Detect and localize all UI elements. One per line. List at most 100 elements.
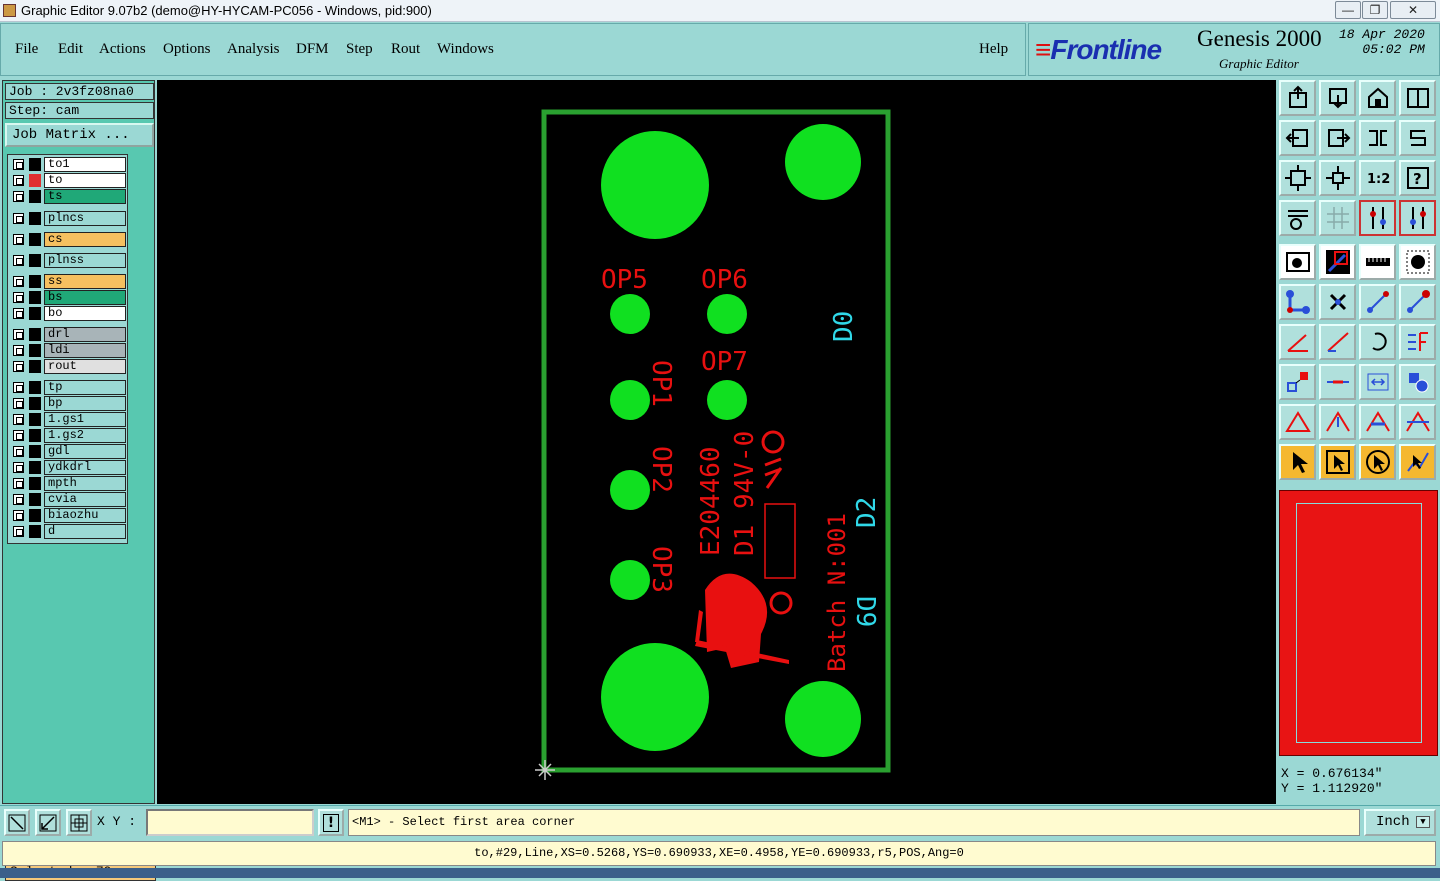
layer-checkbox[interactable] (13, 234, 24, 245)
layer-name[interactable]: 1.gs2 (44, 428, 126, 443)
layer-row[interactable]: drl (8, 327, 129, 342)
layer-name[interactable]: ts (44, 189, 126, 204)
layer-checkbox[interactable] (13, 414, 24, 425)
resize-icon[interactable] (4, 809, 30, 836)
split-icon[interactable] (1319, 364, 1356, 400)
menu-windows[interactable]: Windows (437, 41, 494, 58)
zoom-area-icon[interactable] (35, 809, 61, 836)
layer-row[interactable]: rout (8, 359, 129, 374)
layer-name[interactable]: ydkdrl (44, 460, 126, 475)
layer-name[interactable]: plncs (44, 211, 126, 226)
menu-actions[interactable]: Actions (99, 41, 146, 58)
layer-name[interactable]: drl (44, 327, 126, 342)
house-icon[interactable] (1359, 80, 1396, 116)
layer-row[interactable]: tp (8, 380, 129, 395)
select-circle-icon[interactable] (1359, 444, 1396, 480)
segment-alt-icon[interactable] (1399, 284, 1436, 320)
layer-row[interactable]: ss (8, 274, 129, 289)
layer-name[interactable]: bp (44, 396, 126, 411)
layer-name[interactable]: bs (44, 290, 126, 305)
triangle-mid-icon[interactable] (1399, 404, 1436, 440)
fit-screen-icon[interactable] (1279, 160, 1316, 196)
layer-row[interactable]: ldi (8, 343, 129, 358)
cross-icon[interactable] (1319, 284, 1356, 320)
connect-icon[interactable] (1279, 284, 1316, 320)
triangle-icon[interactable] (1279, 404, 1316, 440)
angle-icon[interactable] (1279, 324, 1316, 360)
select-path-icon[interactable] (1399, 444, 1436, 480)
layer-name[interactable]: cvia (44, 492, 126, 507)
layer-checkbox[interactable] (13, 430, 24, 441)
layer-row[interactable]: cs (8, 232, 129, 247)
mirror-icon[interactable] (1399, 324, 1436, 360)
snap-alt-icon[interactable] (1399, 200, 1436, 236)
grid-icon[interactable] (1319, 200, 1356, 236)
units-select[interactable]: Inch ▼ (1364, 809, 1436, 836)
layer-name[interactable]: d (44, 524, 126, 539)
layer-row[interactable]: to (8, 173, 129, 188)
select-box-icon[interactable] (1319, 444, 1356, 480)
xy-input[interactable] (146, 809, 314, 836)
layer-checkbox[interactable] (13, 526, 24, 537)
pointer-icon[interactable] (1279, 444, 1316, 480)
corner-icon[interactable] (1279, 364, 1316, 400)
settings-icon[interactable] (1279, 200, 1316, 236)
layer-checkbox[interactable] (13, 510, 24, 521)
layer-row[interactable]: gdl (8, 444, 129, 459)
layer-name[interactable]: plnss (44, 253, 126, 268)
triangle-bar-icon[interactable] (1359, 404, 1396, 440)
zoom-home-icon[interactable] (1319, 80, 1356, 116)
center-icon[interactable] (1319, 160, 1356, 196)
layer-checkbox[interactable] (13, 255, 24, 266)
layer-row[interactable]: bp (8, 396, 129, 411)
job-matrix-button[interactable]: Job Matrix ... (5, 123, 154, 147)
layer-name[interactable]: bo (44, 306, 126, 321)
layer-checkbox[interactable] (13, 276, 24, 287)
layer-row[interactable]: ts (8, 189, 129, 204)
close-button[interactable]: ✕ (1390, 1, 1436, 19)
layer-row[interactable]: biaozhu (8, 508, 129, 523)
layer-name[interactable]: 1.gs1 (44, 412, 126, 427)
help-icon[interactable]: ? (1399, 160, 1436, 196)
layer-row[interactable]: d (8, 524, 129, 539)
menu-file[interactable]: File (15, 41, 38, 58)
layer-row[interactable]: to1 (8, 157, 129, 172)
layer-name[interactable]: biaozhu (44, 508, 126, 523)
line-tool-icon[interactable] (1319, 244, 1356, 280)
menu-edit[interactable]: Edit (58, 41, 83, 58)
layer-row[interactable]: mpth (8, 476, 129, 491)
layer-row[interactable]: 1.gs1 (8, 412, 129, 427)
layer-row[interactable]: cvia (8, 492, 129, 507)
layer-checkbox[interactable] (13, 329, 24, 340)
layer-row[interactable]: bo (8, 306, 129, 321)
layer-name[interactable]: to (44, 173, 126, 188)
slope-icon[interactable] (1319, 324, 1356, 360)
layer-checkbox[interactable] (13, 361, 24, 372)
pan-right-icon[interactable] (1319, 120, 1356, 156)
layer-checkbox[interactable] (13, 398, 24, 409)
arc-icon[interactable] (1359, 324, 1396, 360)
maximize-button[interactable]: ❐ (1362, 1, 1388, 19)
layer-checkbox[interactable] (13, 494, 24, 505)
layer-name[interactable]: rout (44, 359, 126, 374)
layer-checkbox[interactable] (13, 382, 24, 393)
triangle-up-icon[interactable] (1319, 404, 1356, 440)
circle-tool-icon[interactable] (1399, 244, 1436, 280)
snap-grid-icon[interactable] (66, 809, 92, 836)
layer-name[interactable]: ss (44, 274, 126, 289)
layer-name[interactable]: to1 (44, 157, 126, 172)
home-icon[interactable] (1279, 80, 1316, 116)
s-curve-icon[interactable] (1399, 120, 1436, 156)
layer-row[interactable]: ydkdrl (8, 460, 129, 475)
layer-row[interactable]: plnss (8, 253, 129, 268)
layer-checkbox[interactable] (13, 345, 24, 356)
minimize-button[interactable]: — (1335, 1, 1361, 19)
snap-icon[interactable] (1359, 200, 1396, 236)
window-icon[interactable] (1399, 80, 1436, 116)
layer-checkbox[interactable] (13, 175, 24, 186)
layer-row[interactable]: 1.gs2 (8, 428, 129, 443)
overview-window[interactable] (1279, 490, 1438, 756)
menu-dfm[interactable]: DFM (296, 41, 329, 58)
ruler-icon[interactable] (1359, 244, 1396, 280)
alert-icon[interactable]: ! (318, 809, 344, 836)
